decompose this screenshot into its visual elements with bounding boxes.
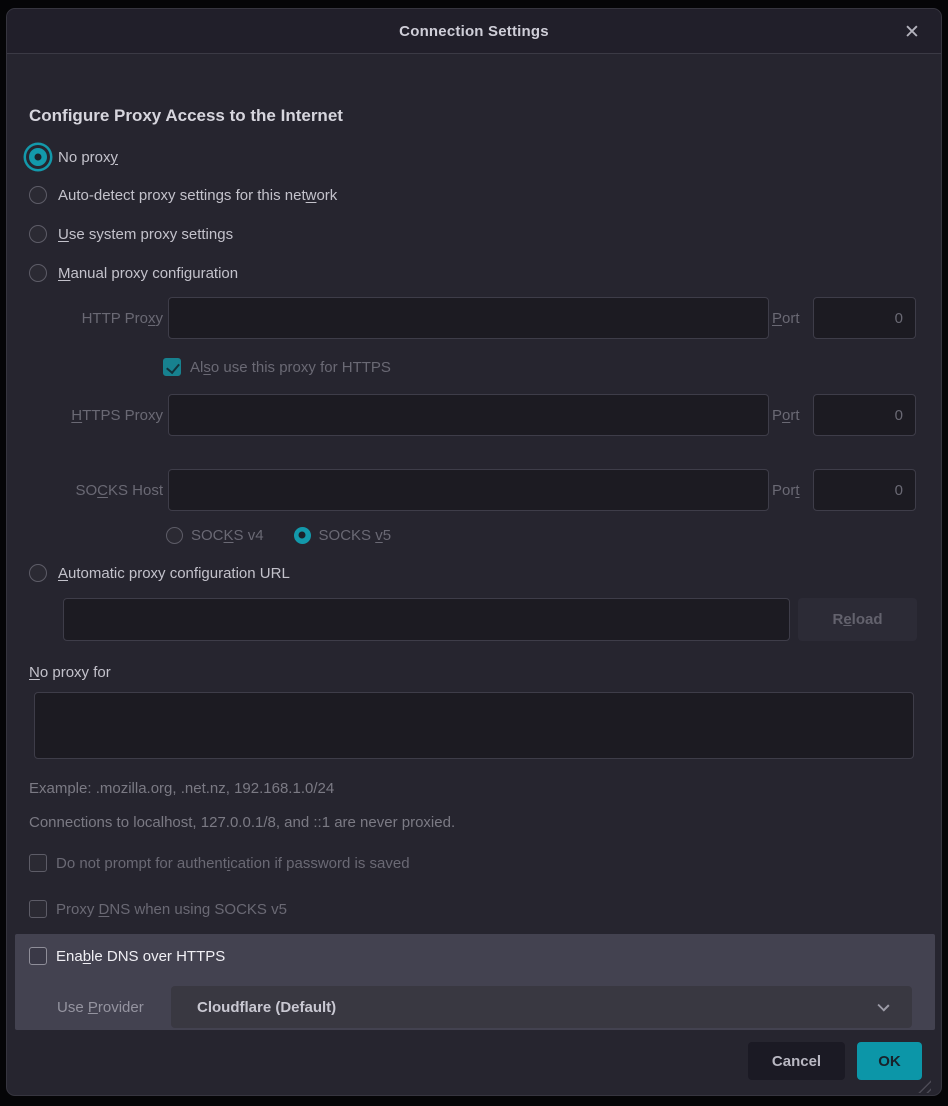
no-prompt-auth-checkbox[interactable]	[29, 854, 47, 872]
dialog-titlebar: Connection Settings ✕	[7, 9, 941, 54]
radio-row-autodetect[interactable]: Auto-detect proxy settings for this netw…	[29, 183, 337, 207]
localhost-note-text: Connections to localhost, 127.0.0.1/8, a…	[29, 814, 455, 831]
auto-url-radio[interactable]	[29, 564, 47, 582]
radio-row-auto-url[interactable]: Automatic proxy configuration URL	[29, 561, 290, 585]
https-port-input[interactable]	[813, 394, 916, 436]
share-proxy-label: Also use this proxy for HTTPS	[190, 359, 391, 376]
http-proxy-label: HTTP Proxy	[29, 297, 163, 339]
connection-settings-dialog: Connection Settings ✕ Configure Proxy Ac…	[6, 8, 942, 1096]
http-port-input[interactable]	[813, 297, 916, 339]
auto-url-label: Automatic proxy configuration URL	[58, 565, 290, 582]
chevron-down-icon	[877, 999, 889, 1011]
proxy-dns-row[interactable]: Proxy DNS when using SOCKS v5	[29, 900, 287, 918]
no-proxy-for-label: No proxy for	[29, 664, 111, 681]
manual-proxy-radio[interactable]	[29, 264, 47, 282]
system-proxy-radio[interactable]	[29, 225, 47, 243]
radio-row-no-proxy[interactable]: No proxy	[29, 145, 118, 169]
doh-enable-label: Enable DNS over HTTPS	[56, 948, 225, 965]
radio-row-system-proxy[interactable]: Use system proxy settings	[29, 222, 233, 246]
socks-host-label: SOCKS Host	[29, 469, 163, 511]
system-proxy-label: Use system proxy settings	[58, 226, 233, 243]
socks-v5-label: SOCKS v5	[319, 527, 392, 544]
https-proxy-input[interactable]	[168, 394, 769, 436]
autodetect-label: Auto-detect proxy settings for this netw…	[58, 187, 337, 204]
https-proxy-label: HTTPS Proxy	[29, 394, 163, 436]
socks-port-label: Port	[772, 469, 810, 511]
no-prompt-auth-label: Do not prompt for authentication if pass…	[56, 855, 410, 872]
no-proxy-for-textarea[interactable]	[34, 692, 914, 759]
socks-v4-label: SOCKS v4	[191, 527, 264, 544]
http-port-label: Port	[772, 297, 810, 339]
doh-provider-value: Cloudflare (Default)	[197, 999, 336, 1016]
proxy-dns-checkbox[interactable]	[29, 900, 47, 918]
socks-port-input[interactable]	[813, 469, 916, 511]
auto-url-input[interactable]	[63, 598, 790, 641]
manual-proxy-label: Manual proxy configuration	[58, 265, 238, 282]
doh-enable-row[interactable]: Enable DNS over HTTPS	[29, 946, 225, 966]
autodetect-radio[interactable]	[29, 186, 47, 204]
configure-proxy-heading: Configure Proxy Access to the Internet	[29, 106, 343, 126]
socks-version-row: SOCKS v4 SOCKS v5	[166, 526, 391, 544]
radio-row-manual-proxy[interactable]: Manual proxy configuration	[29, 261, 238, 285]
no-proxy-example-text: Example: .mozilla.org, .net.nz, 192.168.…	[29, 780, 334, 797]
doh-panel: Enable DNS over HTTPS Use Provider Cloud…	[15, 934, 935, 1030]
reload-button[interactable]: Reload	[798, 598, 917, 641]
no-proxy-radio[interactable]	[29, 148, 47, 166]
socks-v4-radio[interactable]	[166, 527, 183, 544]
share-proxy-checkbox-row[interactable]: Also use this proxy for HTTPS	[163, 358, 391, 376]
no-prompt-auth-row[interactable]: Do not prompt for authentication if pass…	[29, 854, 410, 872]
ok-button[interactable]: OK	[857, 1042, 922, 1080]
socks-host-input[interactable]	[168, 469, 769, 511]
cancel-button[interactable]: Cancel	[748, 1042, 845, 1080]
doh-provider-dropdown[interactable]: Cloudflare (Default)	[171, 986, 912, 1028]
dialog-title: Connection Settings	[7, 9, 941, 54]
doh-enable-checkbox[interactable]	[29, 947, 47, 965]
proxy-dns-label: Proxy DNS when using SOCKS v5	[56, 901, 287, 918]
share-proxy-checkbox[interactable]	[163, 358, 181, 376]
socks-v5-radio[interactable]	[294, 527, 311, 544]
close-button[interactable]: ✕	[898, 18, 926, 46]
no-proxy-label: No proxy	[58, 149, 118, 166]
doh-provider-label: Use Provider	[57, 986, 144, 1028]
screen: { "window": { "title": "Connection Setti…	[0, 0, 948, 1106]
https-port-label: Port	[772, 394, 810, 436]
http-proxy-input[interactable]	[168, 297, 769, 339]
close-icon: ✕	[904, 23, 920, 42]
